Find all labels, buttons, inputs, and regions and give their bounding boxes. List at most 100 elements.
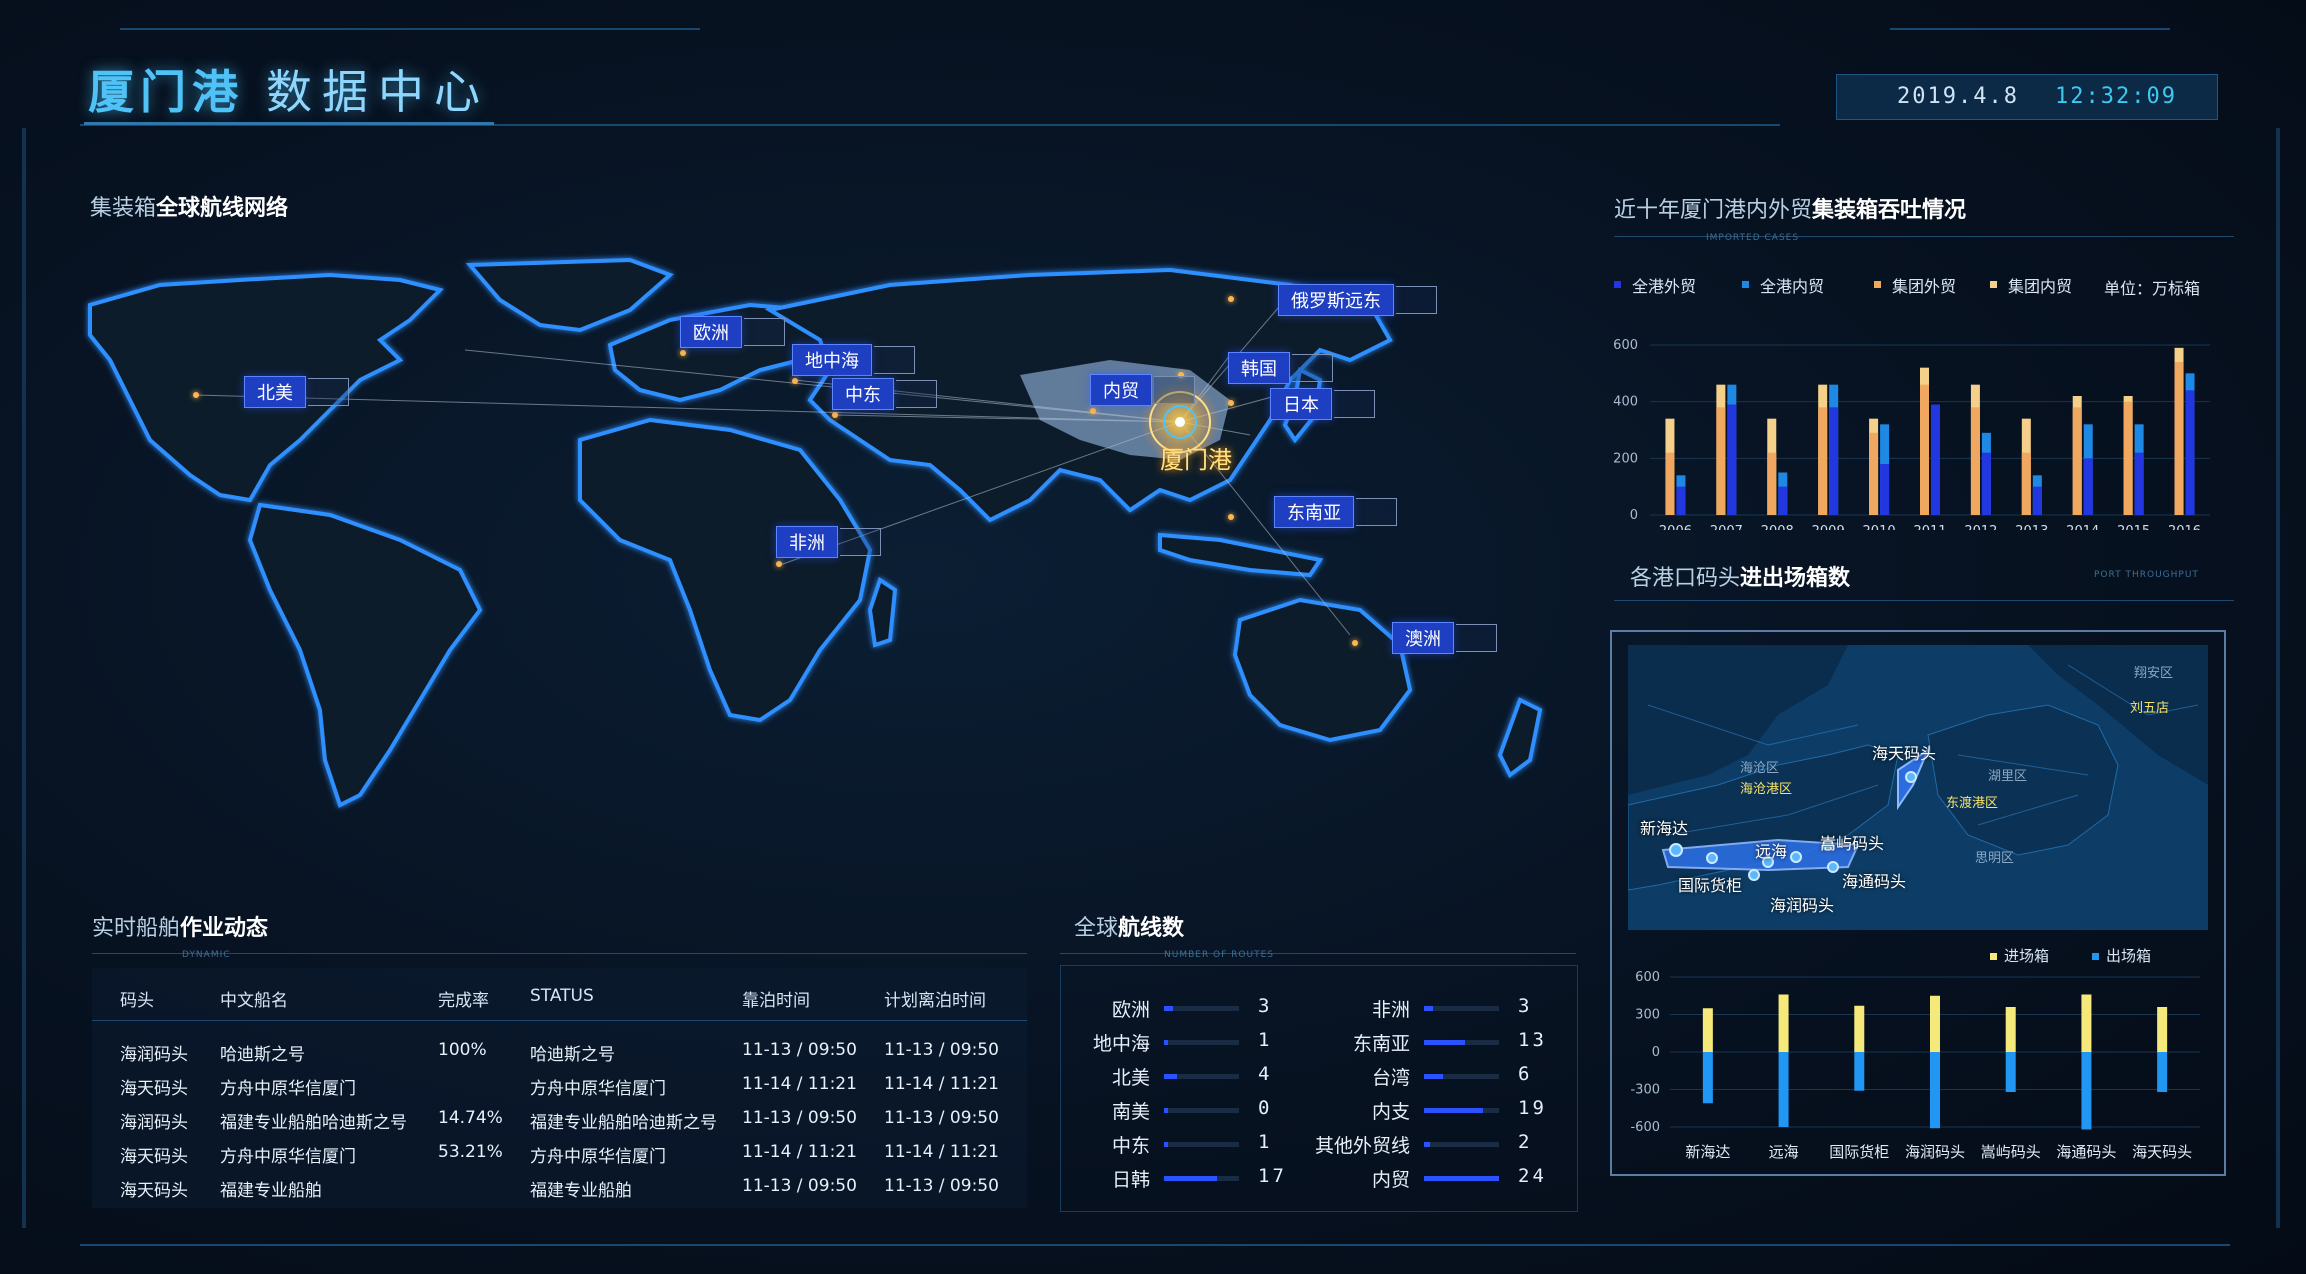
ports-title: 各港口码头进出场箱数 [1630, 560, 1850, 592]
route-name: 欧洲 [1111, 999, 1150, 1021]
x-tick-label: 海通码头 [2056, 1143, 2116, 1161]
cell-departure: 11-13 / 09:50 [884, 1040, 999, 1060]
hub-label-xiamen[interactable]: 厦门港 [1160, 440, 1232, 475]
map-label-korea[interactable]: 韩国 [1228, 352, 1333, 384]
dot-middle-east[interactable] [832, 412, 838, 418]
bar-in [1778, 994, 1789, 1052]
cell-berth-time: 11-14 / 11:21 [742, 1142, 857, 1162]
x-tick-label: 国际货柜 [1829, 1143, 1889, 1161]
route-count: 3 [1518, 995, 1533, 1017]
x-tick-label: 远海 [1769, 1143, 1799, 1161]
dot-russia[interactable] [1228, 296, 1234, 302]
cell-departure: 11-13 / 09:50 [884, 1176, 999, 1196]
bar-out [1778, 1052, 1789, 1127]
routes-title-plain: 全球 [1074, 916, 1119, 941]
x-tick-label: 2007 [1710, 524, 1743, 530]
route-count: 6 [1518, 1063, 1533, 1085]
route-bar [1164, 1142, 1239, 1147]
cell-ship-name: 福建专业船舶哈迪斯之号 [220, 1113, 407, 1133]
routes-section-title: 全球航线数 [1074, 910, 1184, 942]
x-tick-label: 新海达 [1685, 1143, 1730, 1161]
page-title: 厦门港 数据中心 [88, 56, 490, 122]
dot-mediterranean[interactable] [792, 378, 798, 384]
bar-group-foreign [1818, 407, 1828, 515]
cell-ship-name: 福建专业船舶 [220, 1181, 322, 1201]
map-label-australia[interactable]: 澳洲 [1392, 622, 1497, 654]
port-label-haitian[interactable]: 海天码头 [1872, 740, 1936, 764]
ship-title-plain: 实时船舶 [92, 916, 181, 941]
ship-title-bold: 作业动态 [180, 916, 269, 941]
map-label-north-america[interactable]: 北美 [244, 376, 349, 408]
district-haicang: 海沧区 [1740, 761, 1780, 776]
route-bar-fill [1424, 1108, 1484, 1113]
map-title-plain: 集装箱 [90, 196, 157, 221]
port-label-haitong[interactable]: 海通码头 [1842, 868, 1906, 892]
port-label-hairun[interactable]: 海润码头 [1770, 892, 1834, 916]
bar-in [1930, 995, 1940, 1052]
port-label-songyu[interactable]: 嵩屿码头 [1820, 830, 1884, 854]
throughput-title: 近十年厦门港内外贸集装箱吞吐情况 [1614, 192, 1966, 224]
table-row[interactable]: 海润码头 哈迪斯之号 100% 哈迪斯之号 11-13 / 09:50 11-1… [92, 1034, 1027, 1068]
map-label-domestic[interactable]: 内贸 [1090, 374, 1195, 406]
dot-domestic[interactable] [1090, 408, 1096, 414]
cell-completion: 100% [438, 1040, 487, 1060]
legend-group-foreign: 集团外贸 [1892, 277, 1957, 296]
table-row[interactable]: 海天码头 方舟中原华信厦门 方舟中原华信厦门 11-14 / 11:21 11-… [92, 1068, 1027, 1102]
x-tick-label: 2013 [2015, 524, 2048, 530]
route-count: 19 [1518, 1097, 1547, 1119]
col-header-berth-time: 靠泊时间 [742, 991, 810, 1011]
col-header-departure: 计划离泊时间 [884, 991, 986, 1011]
dot-africa[interactable] [776, 561, 782, 567]
route-name: 南美 [1111, 1101, 1150, 1123]
route-bar-fill [1424, 1074, 1443, 1079]
map-label-japan[interactable]: 日本 [1270, 388, 1375, 420]
map-label-russia-far-east[interactable]: 俄罗斯远东 [1278, 284, 1437, 316]
map-label-mediterranean[interactable]: 地中海 [792, 344, 915, 376]
bar-in [1854, 1005, 1865, 1052]
cell-dock: 海天码头 [120, 1181, 188, 1201]
cell-berth-time: 11-14 / 11:21 [742, 1074, 857, 1094]
legend-swatch-port-foreign [1614, 281, 1621, 288]
route-bar [1424, 1040, 1499, 1045]
dot-north-america[interactable] [193, 392, 199, 398]
table-row[interactable]: 海天码头 方舟中原华信厦门 53.21% 方舟中原华信厦门 11-14 / 11… [92, 1136, 1027, 1170]
route-count: 13 [1518, 1029, 1547, 1051]
map-label-africa[interactable]: 非洲 [776, 526, 881, 558]
route-bar-fill [1164, 1040, 1168, 1045]
continent-africa [578, 417, 873, 723]
route-count: 3 [1258, 995, 1273, 1017]
x-tick-label: 2012 [1964, 524, 1997, 530]
port-label-intl-container[interactable]: 国际货柜 [1678, 872, 1742, 896]
bar-in [1702, 1008, 1713, 1052]
continent-greenland [465, 257, 674, 333]
cell-departure: 11-14 / 11:21 [884, 1074, 999, 1094]
col-header-status: STATUS [530, 986, 594, 1006]
dot-australia[interactable] [1352, 640, 1358, 646]
cell-ship-name: 方舟中原华信厦门 [220, 1147, 356, 1167]
route-bar [1424, 1074, 1499, 1079]
routes-title-bold: 航线数 [1118, 916, 1185, 941]
cell-berth-time: 11-13 / 09:50 [742, 1040, 857, 1060]
y-tick-label: 400 [1613, 395, 1638, 410]
port-label-xinhaida[interactable]: 新海达 [1640, 815, 1688, 839]
cell-ship-name: 方舟中原华信厦门 [220, 1079, 356, 1099]
dot-southeast-asia[interactable] [1228, 514, 1234, 520]
zone-liuwudian: 刘五店 [2130, 701, 2170, 716]
table-row[interactable]: 海天码头 福建专业船舶 福建专业船舶 11-13 / 09:50 11-13 /… [92, 1170, 1027, 1204]
throughput-tag: IMPORTED CASES [1706, 233, 1800, 243]
zone-dongdu-port: 东渡港区 [1946, 796, 1999, 811]
map-label-southeast-asia[interactable]: 东南亚 [1274, 496, 1397, 528]
dot-japan[interactable] [1228, 400, 1234, 406]
table-row[interactable]: 海润码头 福建专业船舶哈迪斯之号 14.74% 福建专业船舶哈迪斯之号 11-1… [92, 1102, 1027, 1136]
bar-port-foreign [1981, 452, 1991, 515]
dot-europe[interactable] [680, 350, 686, 356]
port-label-yuanhai[interactable]: 远海 [1755, 838, 1787, 862]
bar-group-foreign [2123, 401, 2133, 515]
y-tick-label: 600 [1613, 338, 1638, 353]
map-label-europe[interactable]: 欧洲 [680, 316, 785, 348]
inout-chart: 600 300 0 -300 -600 新海达 远海 国际货柜 海润码头 嵩屿码头 海通码头 海天码头 [1630, 970, 2200, 1161]
map-label-middle-east[interactable]: 中东 [832, 378, 937, 410]
cell-status: 方舟中原华信厦门 [530, 1147, 666, 1167]
route-name: 东南亚 [1352, 1033, 1410, 1055]
bar-group-foreign [2174, 362, 2184, 515]
